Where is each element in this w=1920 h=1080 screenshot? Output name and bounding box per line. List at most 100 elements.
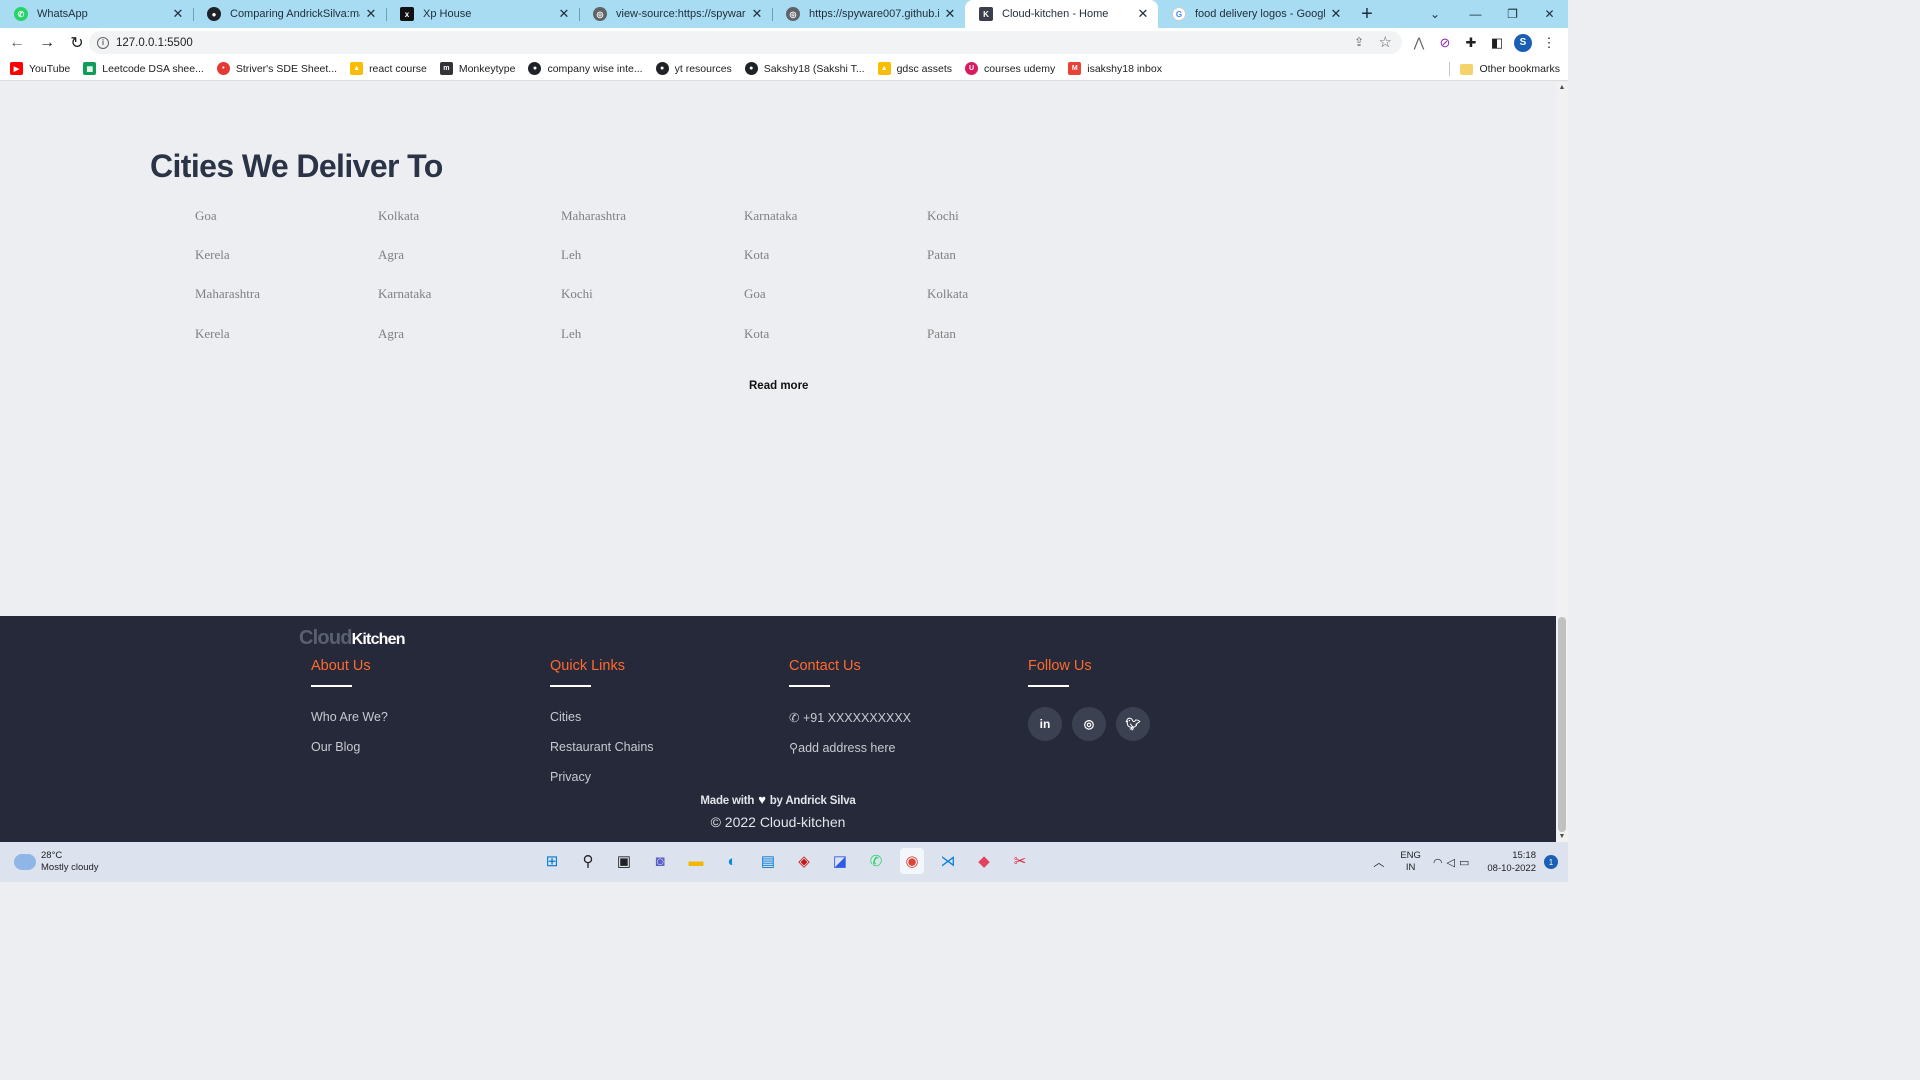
browser-tab[interactable]: ◎ https://spyware007.github.io/Xp... ✕ [772,0,965,28]
bookmark-item[interactable]: Misakshy18 inbox [1068,62,1162,75]
browser-tab[interactable]: G food delivery logos - Google Se... ✕ [1158,0,1351,28]
close-tab-icon[interactable]: ✕ [750,6,764,22]
address-bar[interactable]: i 127.0.0.1:5500 ⇪ ☆ [89,31,1402,54]
city-item[interactable]: Goa [744,286,927,325]
network-volume-battery-icon[interactable]: ◠◁▭ [1433,856,1473,869]
bookmark-item[interactable]: ▶ YouTube [10,62,70,75]
windows-start-icon[interactable]: ⊞ [540,848,564,874]
bookmark-item[interactable]: ▲ react course [350,62,427,75]
city-item[interactable]: Kota [744,326,927,365]
city-item[interactable]: Goa [195,208,378,247]
close-tab-icon[interactable]: ✕ [1136,6,1150,22]
bookmark-item[interactable]: ● Sakshy18 (Sakshi T... [744,62,865,75]
city-item[interactable]: Kolkata [378,208,561,247]
footer-link[interactable]: Who Are We? [311,710,388,740]
mcafee-icon[interactable]: ◈ [792,848,816,874]
bookmark-item[interactable]: • Striver's SDE Sheet... [216,62,337,75]
close-tab-icon[interactable]: ✕ [943,6,957,22]
bookmark-item[interactable]: ▦ Leetcode DSA shee... [83,62,204,75]
share-icon[interactable]: ⇪ [1354,35,1364,49]
extension-icon[interactable]: ⊘ [1436,34,1454,52]
snipping-tool-icon[interactable]: ✂ [1008,848,1032,874]
scrollbar-thumb[interactable] [1558,617,1566,832]
microsoft-store-icon[interactable]: ▤ [756,848,780,874]
city-item[interactable]: Kolkata [927,286,1110,325]
vscode-icon[interactable]: ⋊ [936,848,960,874]
city-item[interactable]: Karnataka [744,208,927,247]
city-item[interactable]: Patan [927,247,1110,286]
notification-badge[interactable]: 1 [1544,855,1558,869]
tab-search-chevron-icon[interactable]: ⌄ [1416,0,1454,28]
app-icon[interactable]: ◪ [828,848,852,874]
file-explorer-icon[interactable]: ▬ [684,848,708,874]
twitter-icon[interactable]: 🐦︎ [1116,707,1150,741]
bookmark-item[interactable]: ● yt resources [655,62,732,75]
city-item[interactable]: Maharashtra [561,208,744,247]
read-more-button[interactable]: Read more [749,380,808,392]
browser-tab[interactable]: ✆ WhatsApp ✕ [0,0,193,28]
footer-link[interactable]: Our Blog [311,740,388,770]
footer-logo[interactable]: CloudKitchen [299,627,406,650]
weather-widget[interactable]: 28°C Mostly cloudy [14,850,99,874]
close-tab-icon[interactable]: ✕ [171,6,185,22]
task-view-icon[interactable]: ▣ [612,848,636,874]
close-tab-icon[interactable]: ✕ [364,6,378,22]
more-menu-icon[interactable]: ⋮ [1540,34,1558,52]
city-item[interactable]: Karnataka [378,286,561,325]
city-item[interactable]: Kota [744,247,927,286]
chrome-icon[interactable]: ◉ [900,848,924,874]
bookmark-item[interactable]: ▲ gdsc assets [877,62,952,75]
figma-icon[interactable]: ◆ [972,848,996,874]
url-text[interactable]: 127.0.0.1:5500 [116,37,193,49]
contact-phone[interactable]: ✆ +91 XXXXXXXXXX [789,710,911,740]
browser-tab[interactable]: ◎ view-source:https://spyware007... ✕ [579,0,772,28]
city-item[interactable]: Kerela [195,326,378,365]
edge-icon[interactable]: ◐ [720,848,744,874]
side-panel-icon[interactable]: ◧ [1488,34,1506,52]
browser-tab[interactable]: ● Comparing AndrickSilva:master... ✕ [193,0,386,28]
bookmark-item[interactable]: m Monkeytype [439,62,515,75]
language-indicator[interactable]: ENG IN [1400,850,1421,874]
city-item[interactable]: Leh [561,247,744,286]
teams-chat-icon[interactable]: ◙ [648,848,672,874]
reload-icon[interactable]: ↻ [64,30,90,56]
footer-link[interactable]: Restaurant Chains [550,740,654,770]
avatar[interactable]: S [1514,33,1532,52]
clock[interactable]: 15:18 08-10-2022 [1487,849,1536,875]
city-item[interactable]: Kerela [195,247,378,286]
instagram-icon[interactable]: ◎ [1072,707,1106,741]
close-window-icon[interactable]: ✕ [1531,0,1568,28]
bookmark-item[interactable]: ● company wise inte... [528,62,643,75]
city-item[interactable]: Agra [378,247,561,286]
page-scrollbar[interactable]: ▲ ▼ [1556,82,1568,842]
site-info-icon[interactable]: i [97,36,109,49]
restore-icon[interactable]: ❐ [1494,0,1531,28]
scroll-up-icon[interactable]: ▲ [1556,84,1568,91]
back-arrow-icon[interactable]: ← [4,30,30,56]
other-bookmarks[interactable]: Other bookmarks [1449,62,1560,76]
city-item[interactable]: Kochi [561,286,744,325]
minimize-icon[interactable]: — [1457,0,1494,28]
linkedin-icon[interactable]: in [1028,707,1062,741]
city-item[interactable]: Kochi [927,208,1110,247]
city-item[interactable]: Maharashtra [195,286,378,325]
city-item[interactable]: Leh [561,326,744,365]
city-item[interactable]: Agra [378,326,561,365]
bookmark-star-icon[interactable]: ☆ [1379,33,1392,51]
new-tab-button[interactable]: + [1353,0,1381,28]
browser-tab-active[interactable]: K Cloud-kitchen - Home ✕ [965,0,1158,28]
forward-arrow-icon[interactable]: → [34,30,60,56]
footer-link[interactable]: Cities [550,710,654,740]
extension-icon[interactable]: ⋀ [1410,34,1428,52]
browser-tab[interactable]: x Xp House ✕ [386,0,579,28]
close-tab-icon[interactable]: ✕ [557,6,571,22]
puzzle-icon[interactable]: ✚ [1462,34,1480,52]
bookmark-item[interactable]: Ucourses udemy [965,62,1055,75]
search-icon[interactable]: ⚲ [576,848,600,874]
scroll-down-icon[interactable]: ▼ [1556,833,1568,840]
contact-address[interactable]: ⚲add address here [789,740,911,770]
whatsapp-icon[interactable]: ✆ [864,848,888,874]
city-item[interactable]: Patan [927,326,1110,365]
close-tab-icon[interactable]: ✕ [1329,6,1343,22]
show-hidden-icons-chevron-icon[interactable]: ︿ [1373,854,1384,870]
